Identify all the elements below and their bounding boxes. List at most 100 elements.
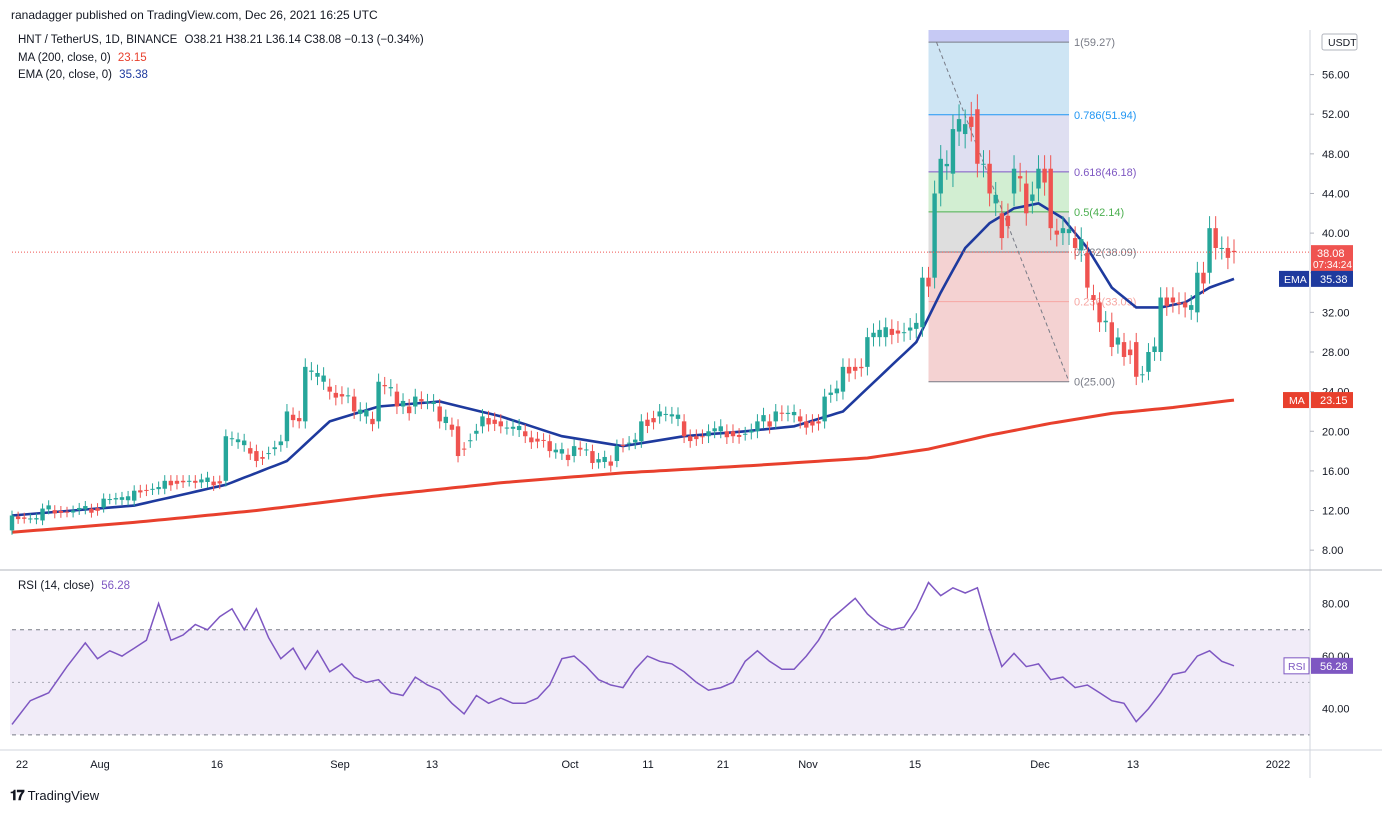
legend-ma-line[interactable]: MA (200, close, 0) 23.15 bbox=[18, 52, 147, 64]
time-axis-label: Dec bbox=[1030, 759, 1050, 771]
candle-body bbox=[455, 426, 461, 457]
candle-body bbox=[755, 421, 760, 432]
current-price-value: 38.08 bbox=[1317, 248, 1345, 260]
candle-body bbox=[241, 440, 247, 446]
candle-body bbox=[174, 480, 180, 484]
candle-body bbox=[1121, 342, 1127, 357]
price-tick-label: 52.00 bbox=[1322, 109, 1350, 121]
candle-body bbox=[773, 411, 778, 422]
candle-body bbox=[1158, 297, 1163, 353]
candle-body bbox=[431, 401, 436, 405]
price-tick-label: 44.00 bbox=[1322, 188, 1350, 200]
candle-body bbox=[932, 193, 937, 278]
candle-body bbox=[1054, 230, 1060, 235]
candle-body bbox=[211, 481, 216, 486]
time-axis-label: Oct bbox=[561, 759, 578, 771]
candle-body bbox=[767, 421, 772, 427]
chart-svg[interactable]: 1(59.27) 0.786(51.94) 0.618(46.18) 0.5(42.1… bbox=[0, 0, 1382, 813]
candle-body bbox=[944, 163, 950, 167]
candle-body bbox=[578, 447, 583, 450]
candle-body bbox=[889, 328, 895, 335]
legend-symbol-line: HNT / TetherUS, 1D, BINANCE O38.21 H38.2… bbox=[18, 34, 424, 46]
candle-body bbox=[15, 516, 21, 520]
fib-zone bbox=[928, 301, 1070, 382]
candle-body bbox=[144, 489, 149, 491]
candle-body bbox=[718, 426, 723, 432]
candle-body bbox=[1146, 352, 1151, 372]
candle-body bbox=[553, 449, 558, 453]
candle-body bbox=[901, 332, 907, 334]
legend-ema-value: 35.38 bbox=[119, 69, 148, 81]
candle-body bbox=[816, 421, 821, 424]
candle-body bbox=[529, 437, 534, 443]
fib-level-label: 0.786(51.94) bbox=[1074, 110, 1136, 122]
candle-body bbox=[486, 418, 491, 425]
time-axis-label: 15 bbox=[909, 759, 921, 771]
candle-body bbox=[315, 372, 320, 377]
legend-ema-line[interactable]: EMA (20, close, 0) 35.38 bbox=[18, 69, 148, 81]
candle-body bbox=[681, 421, 687, 437]
candle-body bbox=[1042, 168, 1047, 183]
candle-body bbox=[443, 416, 449, 424]
fib-level-label: 0.5(42.14) bbox=[1074, 207, 1124, 219]
candle-body bbox=[724, 431, 730, 438]
candle-body bbox=[541, 439, 546, 441]
candle-body bbox=[309, 370, 314, 372]
candle-body bbox=[468, 440, 473, 442]
price-tick-label: 56.00 bbox=[1322, 70, 1350, 82]
candle-body bbox=[694, 436, 699, 440]
candle-body bbox=[1213, 228, 1218, 248]
candle-body bbox=[859, 366, 864, 369]
candle-body bbox=[125, 496, 131, 501]
candle-body bbox=[620, 444, 626, 446]
candle-body bbox=[1164, 297, 1169, 306]
candle-body bbox=[877, 329, 882, 338]
candle-body bbox=[565, 454, 571, 461]
candle-body bbox=[504, 427, 510, 429]
candle-body bbox=[95, 508, 100, 511]
candle-body bbox=[1127, 349, 1133, 356]
candle-body bbox=[339, 394, 345, 397]
candle-body bbox=[1103, 320, 1108, 323]
candle-body bbox=[779, 412, 785, 414]
candle-body bbox=[9, 515, 15, 531]
candle-body bbox=[791, 411, 797, 416]
tradingview-brand[interactable]: 𝟏𝟕 TradingView bbox=[10, 787, 99, 804]
candle-body bbox=[626, 442, 632, 444]
candle-body bbox=[358, 409, 363, 414]
candle-body bbox=[278, 441, 284, 446]
candle-body bbox=[743, 433, 748, 435]
rsi-badge-label: RSI bbox=[1288, 661, 1306, 673]
legend-symbol: HNT / TetherUS, 1D, BINANCE bbox=[18, 34, 178, 46]
candle-body bbox=[150, 488, 155, 490]
candle-body bbox=[1207, 228, 1212, 273]
time-axis-label: 16 bbox=[211, 759, 223, 771]
fib-level-label: 0(25.00) bbox=[1074, 377, 1115, 389]
candle-body bbox=[138, 490, 143, 493]
candle-body bbox=[83, 506, 88, 510]
candle-body bbox=[920, 277, 925, 328]
price-tick-label: 8.00 bbox=[1322, 545, 1343, 557]
time-axis-label: 13 bbox=[426, 759, 438, 771]
legend-rsi-line[interactable]: RSI (14, close) 56.28 bbox=[18, 580, 130, 592]
candle-body bbox=[571, 446, 577, 457]
candle-body bbox=[840, 366, 846, 392]
time-axis-label: 2022 bbox=[1266, 759, 1290, 771]
ema-badge-label: EMA bbox=[1284, 274, 1307, 286]
candle-body bbox=[461, 448, 467, 450]
price-tick-label: 48.00 bbox=[1322, 149, 1350, 161]
candle-body bbox=[303, 366, 308, 422]
candle-body bbox=[981, 163, 986, 165]
candle-body bbox=[345, 395, 351, 397]
price-tick-label: 32.00 bbox=[1322, 307, 1350, 319]
candle-body bbox=[914, 322, 919, 329]
fib-zone bbox=[928, 114, 1070, 172]
candle-body bbox=[700, 436, 705, 438]
candle-body bbox=[547, 441, 552, 452]
candle-body bbox=[156, 487, 161, 490]
candle-body bbox=[437, 406, 442, 422]
candle-body bbox=[132, 490, 137, 501]
candle-body bbox=[1017, 176, 1023, 179]
candle-body bbox=[235, 439, 241, 443]
candle-body bbox=[113, 498, 119, 500]
